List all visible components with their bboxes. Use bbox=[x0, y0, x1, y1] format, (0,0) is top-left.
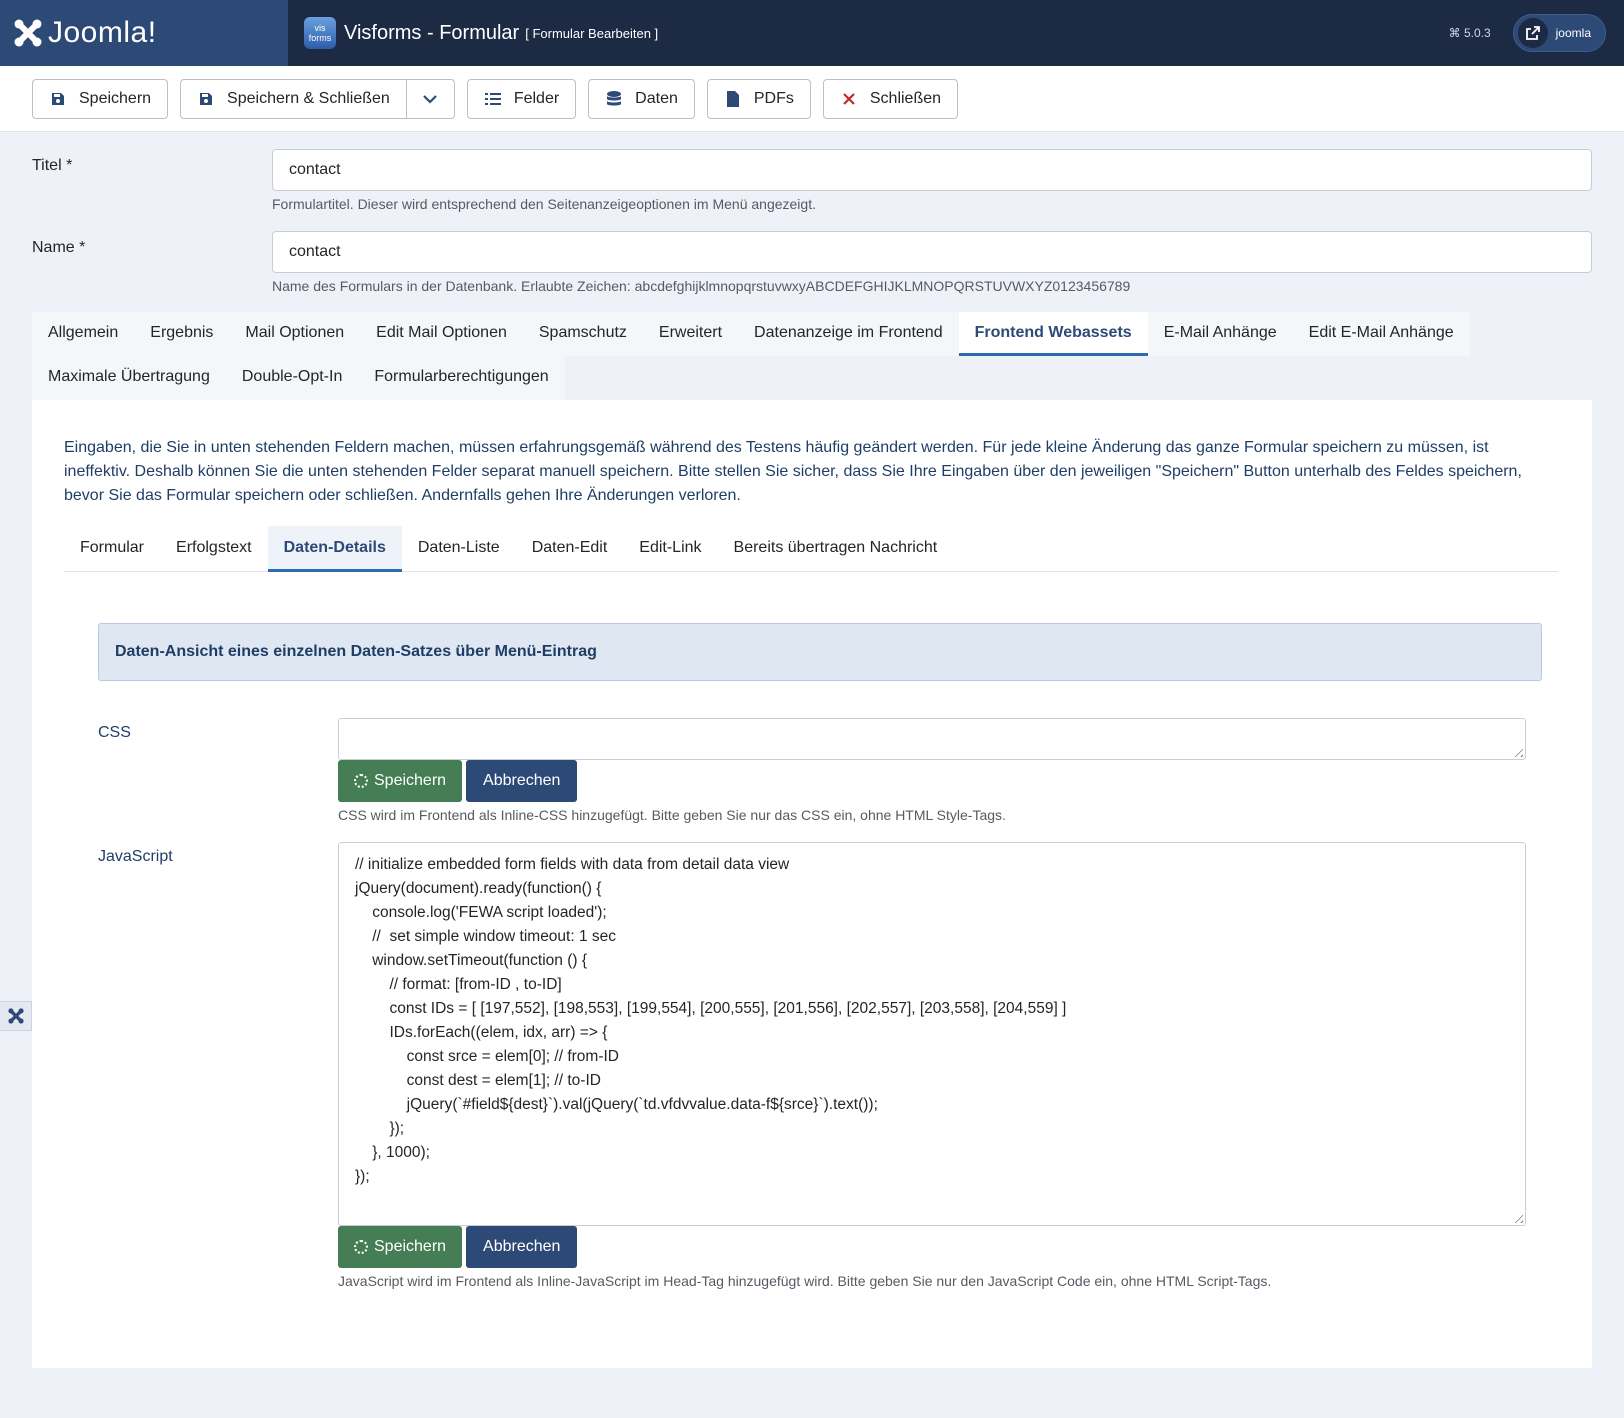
sub-tabs: Formular Erfolgstext Daten-Details Daten… bbox=[64, 526, 1558, 572]
toolbar: Speichern Speichern & Schließen Felder D… bbox=[0, 66, 1624, 132]
javascript-textarea-value: // initialize embedded form fields with … bbox=[355, 856, 1067, 1185]
css-save-label: Speichern bbox=[374, 772, 447, 789]
floppy-disk-icon bbox=[197, 92, 215, 106]
javascript-cancel-button[interactable]: Abbrechen bbox=[466, 1226, 578, 1268]
logo-text: Joomla! bbox=[48, 16, 157, 49]
header: Joomla! vis forms Visforms - Formular [ … bbox=[0, 0, 1624, 66]
subtab-erfolgstext[interactable]: Erfolgstext bbox=[160, 526, 268, 572]
tab-edit-email-anhaenge[interactable]: Edit E-Mail Anhänge bbox=[1292, 312, 1470, 356]
subtab-formular[interactable]: Formular bbox=[64, 526, 160, 572]
main-tabs-row-1: Allgemein Ergebnis Mail Optionen Edit Ma… bbox=[32, 312, 1592, 356]
version-label: ⌘ 5.0.3 bbox=[1448, 26, 1491, 40]
tab-edit-mail-optionen[interactable]: Edit Mail Optionen bbox=[360, 312, 523, 356]
database-icon bbox=[605, 90, 623, 107]
name-label: Name * bbox=[32, 239, 86, 256]
close-button-label: Schließen bbox=[869, 89, 942, 107]
resize-handle-icon[interactable] bbox=[1511, 1211, 1523, 1223]
javascript-save-button[interactable]: Speichern bbox=[338, 1226, 463, 1268]
tab-frontend-webassets[interactable]: Frontend Webassets bbox=[958, 312, 1148, 356]
css-cancel-button[interactable]: Abbrechen bbox=[466, 760, 578, 802]
tab-datenanzeige-im-frontend[interactable]: Datenanzeige im Frontend bbox=[738, 312, 959, 356]
tab-content-panel: Eingaben, die Sie in unten stehenden Fel… bbox=[32, 400, 1592, 1368]
fields-button-label: Felder bbox=[513, 89, 560, 107]
app-icon-text-top: vis bbox=[314, 23, 326, 33]
save-close-button-label: Speichern & Schließen bbox=[227, 89, 390, 107]
name-input[interactable]: contact bbox=[272, 231, 1592, 273]
javascript-textarea[interactable]: // initialize embedded form fields with … bbox=[338, 842, 1526, 1226]
css-textarea[interactable] bbox=[338, 718, 1526, 760]
pdfs-button-label: PDFs bbox=[753, 89, 794, 107]
list-icon bbox=[484, 92, 502, 106]
save-button-label: Speichern bbox=[79, 89, 152, 107]
subtab-daten-liste[interactable]: Daten-Liste bbox=[402, 526, 516, 572]
subtab-edit-link[interactable]: Edit-Link bbox=[623, 526, 717, 572]
tab-allgemein[interactable]: Allgemein bbox=[32, 312, 135, 356]
subtab-daten-details[interactable]: Daten-Details bbox=[267, 526, 402, 572]
save-close-group: Speichern & Schließen bbox=[180, 78, 455, 119]
main-tabs: Allgemein Ergebnis Mail Optionen Edit Ma… bbox=[32, 312, 1592, 400]
css-save-button[interactable]: Speichern bbox=[338, 760, 463, 802]
floppy-disk-icon bbox=[49, 92, 67, 106]
title-label: Titel * bbox=[32, 157, 73, 174]
tab-maximale-uebertragung[interactable]: Maximale Übertragung bbox=[32, 356, 226, 400]
css-button-row: Speichern Abbrechen bbox=[338, 760, 578, 802]
spinner-icon bbox=[354, 774, 368, 788]
title-input-value: contact bbox=[289, 161, 341, 178]
tab-erweitert[interactable]: Erweitert bbox=[642, 312, 739, 356]
joomla-logo[interactable]: Joomla! bbox=[0, 0, 288, 66]
tab-mail-optionen[interactable]: Mail Optionen bbox=[229, 312, 361, 356]
page-title: Visforms - Formular bbox=[344, 21, 520, 44]
intro-text: Eingaben, die Sie in unten stehenden Fel… bbox=[64, 439, 1522, 504]
file-icon bbox=[724, 90, 742, 107]
user-menu-button[interactable]: joomla bbox=[1512, 14, 1606, 52]
name-input-value: contact bbox=[289, 243, 341, 260]
tab-spamschutz[interactable]: Spamschutz bbox=[522, 312, 643, 356]
user-name: joomla bbox=[1555, 26, 1591, 40]
fields-button[interactable]: Felder bbox=[466, 78, 577, 119]
javascript-save-label: Speichern bbox=[374, 1238, 447, 1255]
name-hint: Name des Formulars in der Datenbank. Erl… bbox=[272, 278, 1131, 294]
version-number: 5.0.3 bbox=[1463, 26, 1491, 40]
title-hint: Formulartitel. Dieser wird entsprechend … bbox=[272, 196, 816, 212]
info-box: Daten-Ansicht eines einzelnen Daten-Satz… bbox=[98, 623, 1542, 681]
joomla-logo-icon bbox=[7, 1008, 24, 1024]
tab-ergebnis[interactable]: Ergebnis bbox=[134, 312, 230, 356]
javascript-hint: JavaScript wird im Frontend als Inline-J… bbox=[338, 1273, 1272, 1289]
tab-formularberechtigungen[interactable]: Formularberechtigungen bbox=[358, 356, 565, 400]
subtab-bereits-uebertragen-nachricht[interactable]: Bereits übertragen Nachricht bbox=[718, 526, 954, 572]
x-icon bbox=[840, 92, 858, 105]
subtab-daten-edit[interactable]: Daten-Edit bbox=[516, 526, 624, 572]
save-button[interactable]: Speichern bbox=[32, 78, 169, 119]
resize-handle-icon[interactable] bbox=[1511, 745, 1523, 757]
main-tabs-row-2: Maximale Übertragung Double-Opt-In Formu… bbox=[32, 356, 1592, 400]
spinner-icon bbox=[354, 1240, 368, 1254]
page-subtitle: [ Formular Bearbeiten ] bbox=[525, 25, 659, 41]
javascript-button-row: Speichern Abbrechen bbox=[338, 1226, 578, 1268]
javascript-label: JavaScript bbox=[98, 848, 173, 865]
save-close-button[interactable]: Speichern & Schließen bbox=[180, 78, 407, 119]
visforms-icon: vis forms bbox=[304, 17, 336, 49]
css-label: CSS bbox=[98, 724, 131, 741]
data-button[interactable]: Daten bbox=[588, 78, 695, 119]
chevron-down-icon bbox=[423, 94, 438, 104]
data-button-label: Daten bbox=[635, 89, 678, 107]
tab-double-opt-in[interactable]: Double-Opt-In bbox=[225, 356, 359, 400]
pdfs-button[interactable]: PDFs bbox=[706, 78, 811, 119]
save-dropdown-toggle[interactable] bbox=[405, 78, 455, 119]
close-button[interactable]: Schließen bbox=[822, 78, 959, 119]
css-hint: CSS wird im Frontend als Inline-CSS hinz… bbox=[338, 807, 1006, 823]
title-input[interactable]: contact bbox=[272, 149, 1592, 191]
joomla-logo-icon bbox=[14, 19, 42, 47]
tab-email-anhaenge[interactable]: E-Mail Anhänge bbox=[1147, 312, 1293, 356]
css-textarea-value bbox=[339, 719, 1525, 739]
app-icon-text-bottom: forms bbox=[308, 33, 332, 43]
external-link-icon bbox=[1517, 18, 1548, 48]
sidebar-toggle[interactable] bbox=[0, 1001, 32, 1031]
